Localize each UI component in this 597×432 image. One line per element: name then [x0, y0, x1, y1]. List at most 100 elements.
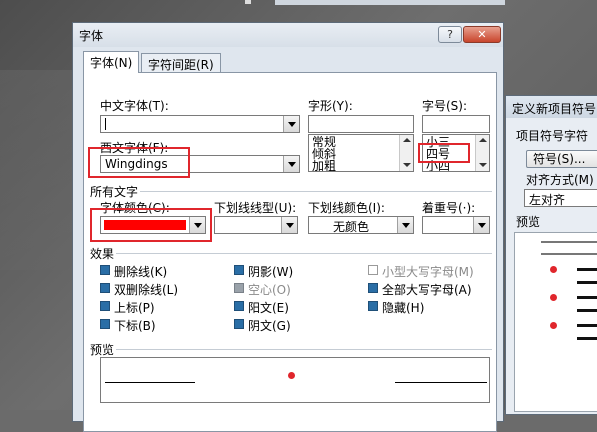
alignment-label: 对齐方式(M) [526, 173, 594, 187]
checkbox-icon[interactable] [100, 319, 110, 329]
font-tab-panel: 中文字体(T): 西文字体(F): Wingdings 字形(Y): 常规 倾斜… [83, 72, 497, 432]
divider [140, 191, 492, 192]
checkbox-icon[interactable] [234, 319, 244, 329]
close-button[interactable]: ✕ [463, 26, 501, 43]
checkbox-subscript[interactable]: 下标(B) [100, 317, 156, 334]
window-edge [275, 0, 505, 5]
checkbox-icon[interactable] [368, 283, 378, 293]
preview-line [541, 241, 597, 243]
font-dialog: 字体 ? ✕ 字体(N) 字符间距(R) 中文字体(T): 西文字体(F): W… [72, 22, 504, 432]
font-dialog-title: 字体 [79, 29, 104, 43]
chevron-down-icon[interactable] [473, 217, 489, 233]
alignment-select[interactable]: 左对齐 [524, 189, 597, 207]
preview-line [577, 296, 597, 299]
checkbox-label: 小型大写字母(M) [382, 265, 474, 279]
checkbox-label: 全部大写字母(A) [382, 283, 472, 297]
preview-line [541, 253, 597, 255]
bullet-preview [514, 232, 597, 412]
checkbox-strikethrough[interactable]: 删除线(K) [100, 263, 167, 280]
all-text-heading: 所有文字 [90, 185, 139, 199]
font-dialog-titlebar[interactable]: 字体 ? ✕ [73, 23, 503, 47]
chinese-font-label: 中文字体(T): [100, 99, 169, 113]
size-label: 字号(S): [422, 99, 468, 113]
bullet-dialog-titlebar[interactable]: 定义新项目符号 [506, 96, 597, 118]
preview-bullet-icon [288, 372, 295, 379]
preview-line [577, 309, 597, 312]
underline-style-label: 下划线线型(U): [214, 201, 297, 215]
checkbox-label: 隐藏(H) [382, 301, 425, 315]
divider [116, 253, 492, 254]
style-listbox[interactable]: 常规 倾斜 加粗 [308, 134, 414, 172]
help-button[interactable]: ? [438, 26, 462, 43]
checkbox-icon[interactable] [234, 301, 244, 311]
bullet-dot [550, 294, 557, 301]
bullet-dialog-title: 定义新项目符号 [512, 102, 597, 116]
checkbox-icon[interactable] [100, 301, 110, 311]
checkbox-icon[interactable] [234, 265, 244, 275]
preview-baseline-left [105, 382, 195, 383]
checkbox-label: 下标(B) [114, 319, 156, 333]
style-scrollbar[interactable] [399, 135, 413, 171]
font-preview [100, 357, 490, 403]
checkbox-shadow[interactable]: 阴影(W) [234, 263, 293, 280]
checkbox-icon[interactable] [100, 283, 110, 293]
checkbox-icon[interactable] [368, 265, 378, 275]
chevron-down-icon[interactable] [397, 217, 413, 233]
highlight-box [418, 143, 470, 163]
checkbox-label: 阳文(E) [248, 301, 289, 315]
style-input[interactable] [308, 115, 414, 133]
divider [116, 349, 492, 350]
preview-baseline-right [395, 382, 487, 383]
scroll-up-icon[interactable] [400, 136, 413, 146]
checkbox-label: 双删除线(L) [114, 283, 179, 297]
chevron-down-icon[interactable] [281, 217, 297, 233]
checkbox-emboss[interactable]: 阳文(E) [234, 299, 289, 316]
checkbox-label: 上标(P) [114, 301, 155, 315]
checkbox-icon[interactable] [100, 265, 110, 275]
emphasis-select[interactable] [422, 216, 490, 234]
preview-line [577, 324, 597, 327]
checkbox-label: 空心(O) [248, 283, 291, 297]
checkbox-all-caps[interactable]: 全部大写字母(A) [368, 281, 472, 298]
scroll-down-icon[interactable] [476, 160, 489, 170]
scroll-up-icon[interactable] [476, 136, 489, 146]
size-scrollbar[interactable] [475, 135, 489, 171]
style-option[interactable]: 加粗 [312, 160, 336, 172]
preview-heading: 预览 [90, 343, 115, 357]
size-input[interactable] [422, 115, 490, 133]
symbol-button[interactable]: 符号(S)... [526, 150, 597, 168]
checkbox-engrave[interactable]: 阴文(G) [234, 317, 291, 334]
checkbox-icon[interactable] [234, 283, 244, 293]
preview-line [577, 337, 597, 340]
chevron-down-icon[interactable] [283, 156, 299, 172]
underline-style-select[interactable] [214, 216, 298, 234]
chevron-down-icon[interactable] [283, 116, 299, 132]
underline-color-value: 无颜色 [333, 220, 370, 234]
preview-line [577, 281, 597, 284]
bullet-dialog: 定义新项目符号 项目符号字符 符号(S)... 对齐方式(M) 左对齐 预览 [505, 95, 597, 415]
effects-heading: 效果 [90, 247, 115, 261]
checkbox-double-strikethrough[interactable]: 双删除线(L) [100, 281, 178, 298]
checkbox-superscript[interactable]: 上标(P) [100, 299, 155, 316]
checkbox-hidden[interactable]: 隐藏(H) [368, 299, 424, 316]
bullet-preview-label: 预览 [516, 215, 541, 229]
checkbox-outline[interactable]: 空心(O) [234, 281, 291, 298]
bullet-dot [550, 322, 557, 329]
alignment-value: 左对齐 [529, 193, 566, 207]
text-caret [105, 118, 106, 130]
emphasis-label: 着重号(·): [422, 201, 476, 215]
checkbox-icon[interactable] [368, 301, 378, 311]
preview-line [577, 268, 597, 271]
chinese-font-select[interactable] [100, 115, 300, 133]
checkbox-label: 阴影(W) [248, 265, 294, 279]
scroll-down-icon[interactable] [400, 160, 413, 170]
tab-character-spacing[interactable]: 字符间距(R) [141, 53, 221, 73]
underline-color-select[interactable]: 无颜色 [308, 216, 414, 234]
checkbox-label: 阴文(G) [248, 319, 291, 333]
window-edge [245, 0, 251, 4]
underline-color-label: 下划线颜色(I): [308, 201, 385, 215]
tab-font[interactable]: 字体(N) [83, 51, 140, 73]
checkbox-small-caps[interactable]: 小型大写字母(M) [368, 263, 474, 280]
bullet-dot [550, 266, 557, 273]
checkbox-label: 删除线(K) [114, 265, 168, 279]
